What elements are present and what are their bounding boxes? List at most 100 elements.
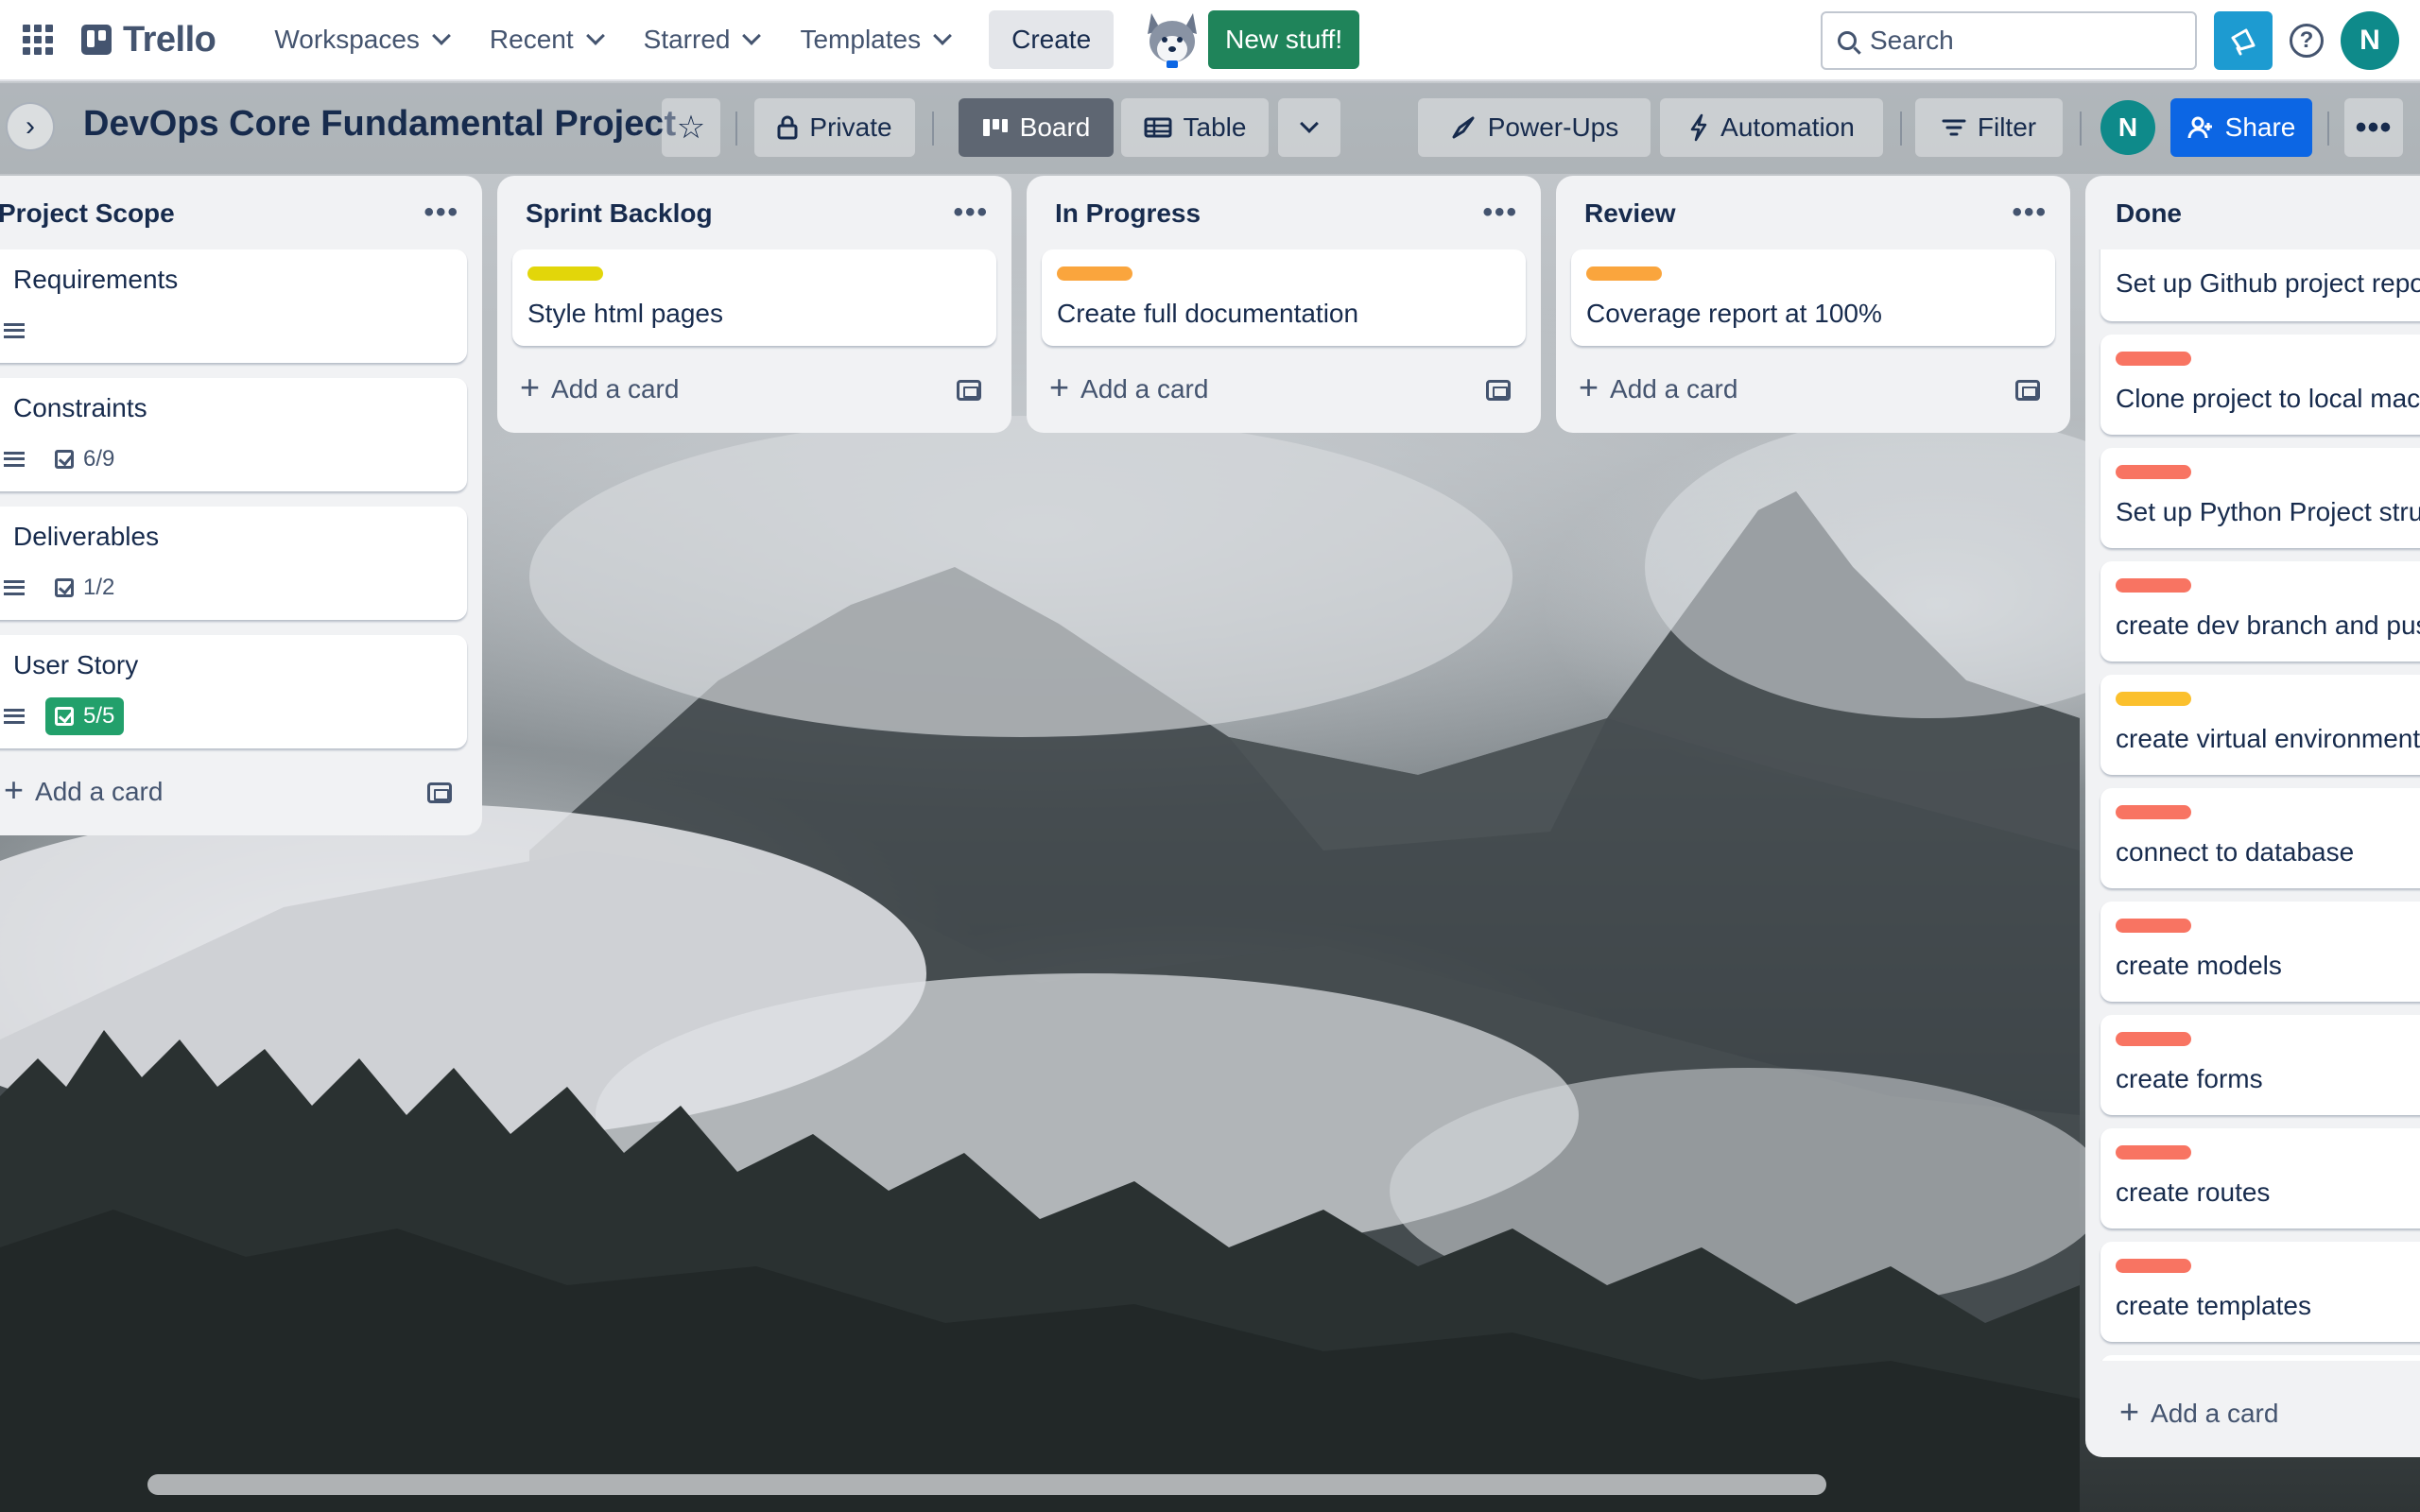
card-label-red[interactable] [2116,1259,2191,1273]
card-template-icon[interactable] [1486,380,1511,401]
add-card-button[interactable]: + Add a card [1579,370,1737,404]
card[interactable]: create templates [2100,1242,2420,1342]
power-ups-button[interactable]: Power-Ups [1418,98,1651,157]
nav-label: Templates [800,25,922,54]
share-label: Share [2224,112,2296,142]
list-title[interactable]: Project Scope [0,198,175,229]
plus-icon: + [520,368,541,406]
description-icon [4,452,25,467]
logo-text: Trello [123,19,216,60]
table-view-tab[interactable]: Table [1121,98,1269,157]
list-menu-button[interactable]: ••• [2012,197,2048,229]
card[interactable]: Set up Python Project stru [2100,448,2420,548]
card-template-icon[interactable] [2015,380,2040,401]
card-label-red[interactable] [2116,465,2191,479]
more-views-button[interactable] [1278,98,1340,157]
checklist-icon [55,578,74,597]
workspaces-menu[interactable]: Workspaces [253,11,469,68]
star-board-button[interactable]: ☆ [662,98,720,157]
card[interactable]: create models [2100,902,2420,1002]
card[interactable]: Requirements [0,249,467,363]
rocket-icon [1452,116,1475,139]
list-in-progress: In Progress ••• Create full documentatio… [1027,176,1541,433]
card-title: Requirements [13,265,179,294]
header-actions: Search ? N [1821,0,2399,81]
checklist-complete-badge: 5/5 [45,697,125,735]
templates-menu[interactable]: Templates [779,11,970,68]
list-done: Done Set up Github project repo Clone pr… [2085,176,2420,1457]
divider [1900,112,1902,146]
share-button[interactable]: Share [2170,98,2312,157]
add-card-button[interactable]: + Add a card [2119,1395,2279,1429]
card-label-red[interactable] [2116,1032,2191,1046]
card[interactable]: User Story 5/5 [0,635,467,748]
new-stuff-button[interactable]: New stuff! [1208,10,1360,69]
list-title[interactable]: Done [2116,198,2182,229]
husky-mascot-icon[interactable] [1138,6,1206,74]
plus-icon: + [1579,368,1599,406]
list-title[interactable]: Review [1584,198,1676,229]
card-title: Set up Python Project stru [2116,497,2420,526]
add-card-button[interactable]: + Add a card [520,370,679,404]
card[interactable]: connect to database [2100,788,2420,888]
card[interactable]: create virtual environment [2100,675,2420,775]
card-template-icon[interactable] [957,380,981,401]
card-label-red[interactable] [2116,919,2191,933]
recent-menu[interactable]: Recent [469,11,623,68]
card-label-red[interactable] [2116,805,2191,819]
chevron-down-icon [585,26,605,45]
notifications-button[interactable] [2214,11,2273,70]
list-title[interactable]: In Progress [1055,198,1201,229]
automation-label: Automation [1720,112,1855,142]
add-card-button[interactable]: + Add a card [1049,370,1208,404]
search-input[interactable]: Search [1821,11,2197,70]
lightning-icon [1690,113,1707,142]
card[interactable]: Constraints 6/9 [0,378,467,491]
card-label-orange[interactable] [1586,266,1662,281]
visibility-button[interactable]: Private [754,98,915,157]
card-label-orange[interactable] [1057,266,1132,281]
card[interactable]: Style html pages [512,249,996,346]
done-card-scroll-area[interactable]: Set up Github project repo Clone project… [2085,249,2420,1361]
list-menu-button[interactable]: ••• [953,197,989,229]
board-menu-button[interactable]: ••• [2344,98,2403,157]
board-title[interactable]: DevOps Core Fundamental Project [83,104,676,145]
card-label-red[interactable] [2116,1145,2191,1160]
add-card-button[interactable]: + Add a card [4,773,163,807]
card-label-yellow[interactable] [527,266,603,281]
card[interactable]: Create full documentation [1042,249,1526,346]
card[interactable]: create forms [2100,1015,2420,1115]
list-menu-button[interactable]: ••• [1482,197,1518,229]
checklist-count: 1/2 [83,575,115,600]
automation-button[interactable]: Automation [1660,98,1883,157]
scrollbar-thumb[interactable] [147,1474,1826,1495]
app-switcher-icon[interactable] [21,23,55,57]
card[interactable]: Set up Github project repo [2100,249,2420,321]
card-label-yellow[interactable] [2116,692,2191,706]
card[interactable]: create routes [2100,1128,2420,1228]
card-template-icon[interactable] [427,782,452,803]
card-label-red[interactable] [2116,578,2191,593]
board-member-avatar[interactable]: N [2100,100,2155,155]
card-title: create routes [2116,1177,2271,1207]
list-title[interactable]: Sprint Backlog [526,198,713,229]
list-menu-button[interactable]: ••• [424,197,459,229]
card[interactable]: Clone project to local mac [2100,335,2420,435]
card[interactable] [2100,1355,2420,1361]
card[interactable]: Coverage report at 100% [1571,249,2055,346]
card-label-red[interactable] [2116,352,2191,366]
trello-logo[interactable]: Trello [81,20,216,60]
card[interactable]: create dev branch and pus [2100,561,2420,662]
help-icon[interactable]: ? [2290,24,2324,58]
table-view-icon [1144,117,1172,138]
board-horizontal-scrollbar[interactable] [0,1470,2420,1499]
create-button[interactable]: Create [989,10,1115,69]
card-title: Style html pages [527,299,723,328]
user-avatar[interactable]: N [2341,11,2399,70]
add-card-label: Add a card [2151,1399,2279,1428]
filter-button[interactable]: Filter [1915,98,2063,157]
expand-sidebar-button[interactable]: › [6,102,55,151]
starred-menu[interactable]: Starred [623,11,780,68]
board-view-tab[interactable]: Board [959,98,1114,157]
card[interactable]: Deliverables 1/2 [0,507,467,620]
